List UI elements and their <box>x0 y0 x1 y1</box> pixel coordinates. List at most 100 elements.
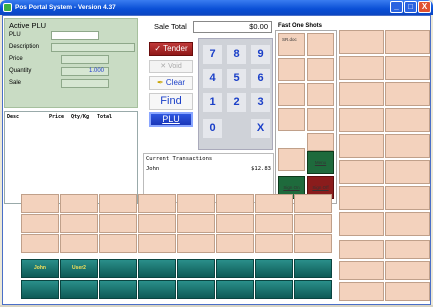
key-0[interactable]: 0 <box>203 119 222 138</box>
grid-button[interactable] <box>177 214 215 233</box>
user-button[interactable] <box>216 280 254 299</box>
void-label: Void <box>168 63 182 70</box>
grid-button[interactable] <box>385 240 430 259</box>
key-4[interactable]: 4 <box>203 69 222 88</box>
void-button[interactable]: ✕ Void <box>149 60 193 73</box>
receipt-list[interactable]: Desc Price Qty/Kg Total <box>4 111 138 204</box>
grid-button[interactable] <box>216 234 254 253</box>
grid-button[interactable] <box>339 134 384 158</box>
window-title: Pos Portal System - Version 4.37 <box>15 4 116 11</box>
active-plu-title: Active PLU <box>9 21 47 30</box>
user-button[interactable] <box>216 259 254 278</box>
clear-button[interactable]: ✒ Clear <box>149 76 193 90</box>
key-x[interactable]: X <box>251 119 270 138</box>
grid-button[interactable] <box>339 282 384 301</box>
fast-shot-button[interactable] <box>307 108 334 131</box>
grid-button[interactable] <box>99 234 137 253</box>
grid-button[interactable] <box>177 194 215 213</box>
grid-button[interactable] <box>216 214 254 233</box>
user-button[interactable] <box>138 259 176 278</box>
find-button[interactable]: Find <box>149 93 193 110</box>
grid-button[interactable] <box>60 214 98 233</box>
grid-button[interactable] <box>99 194 137 213</box>
grid-button[interactable] <box>385 30 430 54</box>
grid-button[interactable] <box>177 234 215 253</box>
maximize-button[interactable]: □ <box>404 1 417 13</box>
fast-shot-button[interactable] <box>307 33 334 56</box>
grid-button[interactable] <box>339 30 384 54</box>
grid-button[interactable] <box>339 212 384 236</box>
close-button[interactable]: X <box>418 1 431 13</box>
grid-button[interactable] <box>60 194 98 213</box>
user-button[interactable] <box>294 259 332 278</box>
user-button-user2[interactable]: User2 <box>60 259 98 278</box>
user-button[interactable] <box>60 280 98 299</box>
user-button[interactable] <box>99 259 137 278</box>
user-button[interactable] <box>255 259 293 278</box>
grid-button[interactable] <box>385 282 430 301</box>
grid-button[interactable] <box>385 261 430 280</box>
grid-button[interactable] <box>339 82 384 106</box>
grid-button[interactable] <box>385 82 430 106</box>
grid-button[interactable] <box>339 186 384 210</box>
grid-button[interactable] <box>255 214 293 233</box>
tender-button[interactable]: ✓ Tender <box>149 42 193 56</box>
grid-button[interactable] <box>385 108 430 132</box>
grid-button[interactable] <box>385 134 430 158</box>
grid-button[interactable] <box>138 214 176 233</box>
user-button[interactable] <box>255 280 293 299</box>
fast-shot-button[interactable] <box>278 108 305 131</box>
grid-button[interactable] <box>339 56 384 80</box>
user-button-john[interactable]: John <box>21 259 59 278</box>
grid-button[interactable] <box>99 214 137 233</box>
grid-button[interactable] <box>294 234 332 253</box>
key-6[interactable]: 6 <box>251 69 270 88</box>
grid-button[interactable] <box>21 194 59 213</box>
fast-shot-button[interactable]: SR.doc <box>278 33 305 56</box>
key-5[interactable]: 5 <box>227 69 246 88</box>
key-2[interactable]: 2 <box>227 93 246 112</box>
user-button[interactable] <box>177 259 215 278</box>
fast-shot-button[interactable] <box>278 148 305 171</box>
user-button[interactable] <box>99 280 137 299</box>
key-1[interactable]: 1 <box>203 93 222 112</box>
fast-shot-button[interactable] <box>278 58 305 81</box>
fast-shot-button[interactable] <box>307 133 334 151</box>
grid-button[interactable] <box>21 214 59 233</box>
fast-shot-button[interactable] <box>307 83 334 106</box>
grid-button[interactable] <box>255 194 293 213</box>
grid-button[interactable] <box>339 160 384 184</box>
fast-shot-button[interactable] <box>278 83 305 106</box>
grid-button[interactable] <box>138 234 176 253</box>
grid-button[interactable] <box>21 234 59 253</box>
grid-button[interactable] <box>385 186 430 210</box>
transaction-row[interactable]: John $12.83 <box>146 166 271 172</box>
grid-button[interactable] <box>60 234 98 253</box>
user-button[interactable] <box>138 280 176 299</box>
grid-button[interactable] <box>385 160 430 184</box>
plu-field[interactable] <box>51 31 99 40</box>
grid-button[interactable] <box>385 212 430 236</box>
grid-button[interactable] <box>138 194 176 213</box>
key-8[interactable]: 8 <box>227 45 246 64</box>
sale-label: Sale <box>9 80 22 86</box>
key-7[interactable]: 7 <box>203 45 222 64</box>
grid-button[interactable] <box>339 108 384 132</box>
minimize-button[interactable]: _ <box>390 1 403 13</box>
user-button[interactable] <box>21 280 59 299</box>
fast-shot-button[interactable] <box>307 58 334 81</box>
grid-button[interactable] <box>216 194 254 213</box>
grid-button[interactable] <box>385 56 430 80</box>
grid-button[interactable] <box>255 234 293 253</box>
grid-button[interactable] <box>294 194 332 213</box>
user-button[interactable] <box>177 280 215 299</box>
grid-button[interactable] <box>339 240 384 259</box>
title-bar: Pos Portal System - Version 4.37 _ □ X <box>0 0 433 15</box>
plu-button[interactable]: PLU <box>149 112 193 127</box>
menu-button[interactable]: Menu <box>307 151 334 174</box>
grid-button[interactable] <box>339 261 384 280</box>
grid-button[interactable] <box>294 214 332 233</box>
key-3[interactable]: 3 <box>251 93 270 112</box>
key-9[interactable]: 9 <box>251 45 270 64</box>
user-button[interactable] <box>294 280 332 299</box>
